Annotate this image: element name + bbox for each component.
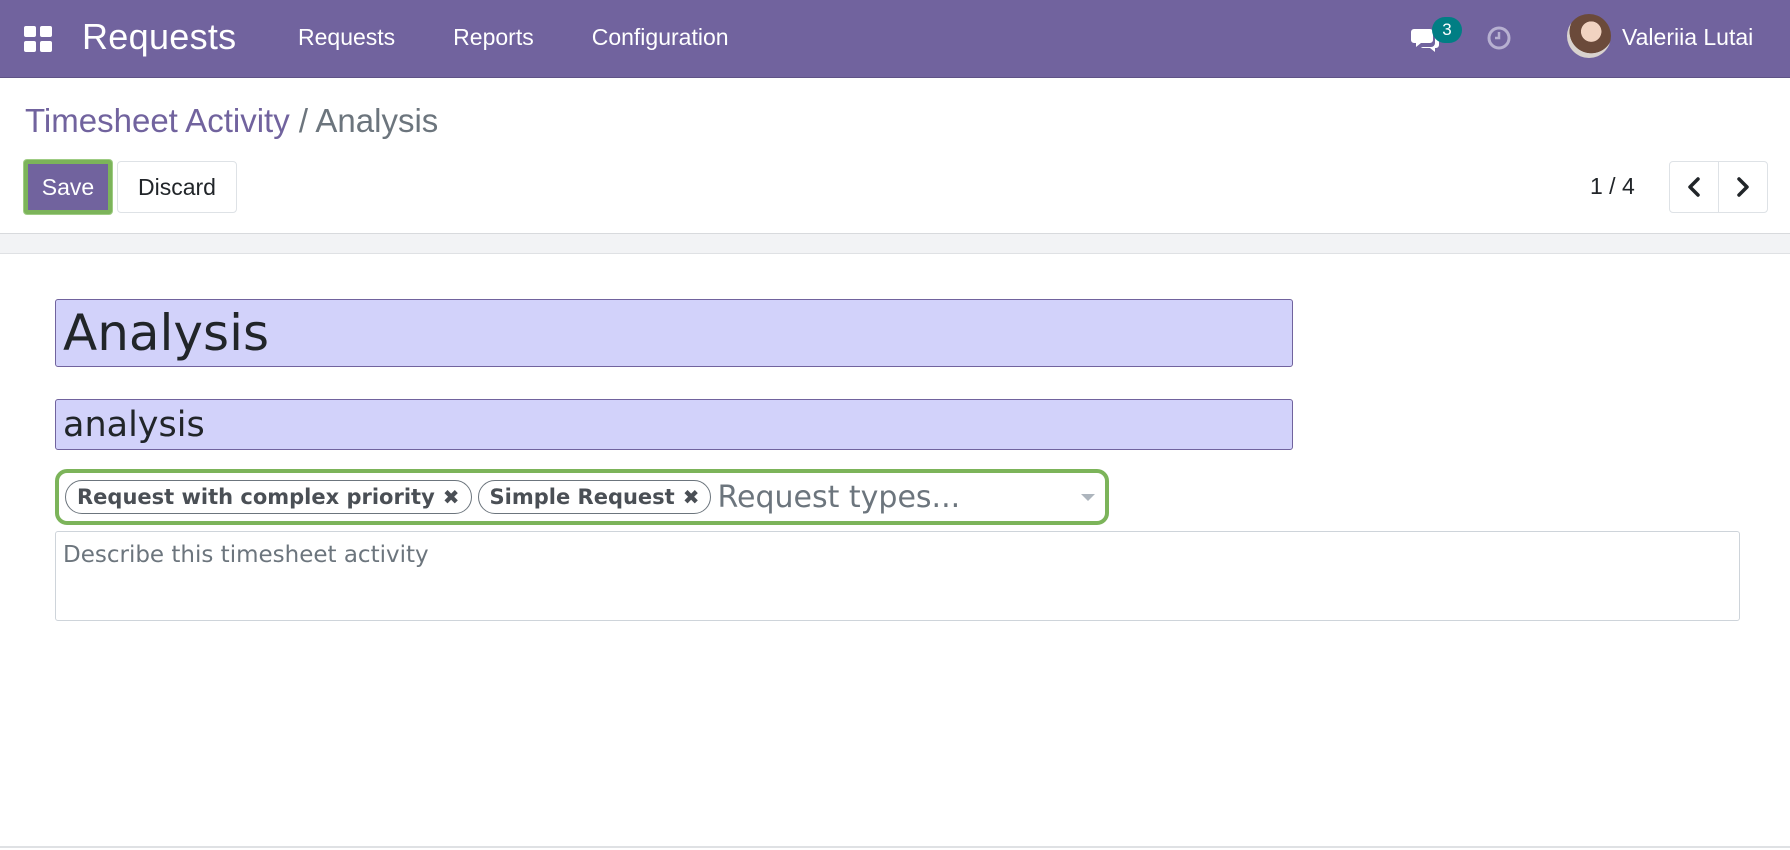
close-icon[interactable]: ✖ [683,485,700,509]
user-avatar[interactable] [1567,14,1611,58]
pager-previous-button[interactable] [1669,161,1719,213]
form-sheet: Request with complex priority ✖ Simple R… [0,255,1790,848]
description-field[interactable] [55,531,1740,621]
save-button[interactable]: Save [24,160,112,214]
breadcrumb-separator: / [289,102,316,139]
breadcrumb-parent-link[interactable]: Timesheet Activity [25,102,290,139]
main-menu: Requests Reports Configuration [298,24,787,51]
pager-value[interactable]: 1 / 4 [1590,173,1635,200]
request-types-field[interactable]: Request with complex priority ✖ Simple R… [55,469,1109,525]
request-types-input[interactable] [717,479,1098,515]
messages-button[interactable]: 3 [1410,17,1462,58]
activity-button[interactable] [1486,25,1512,51]
grid-icon[interactable] [24,26,54,52]
menu-item-requests[interactable]: Requests [298,24,395,51]
top-navbar: Requests Requests Reports Configuration … [0,0,1790,78]
sheet-background [0,234,1790,254]
app-title[interactable]: Requests [82,16,237,58]
tag-label: Simple Request [489,485,675,509]
breadcrumb-current: Analysis [315,102,439,139]
user-menu-name[interactable]: Valeriia Lutai [1622,24,1753,51]
control-panel: Timesheet Activity / Analysis Save Disca… [0,78,1790,234]
discard-button[interactable]: Discard [117,161,237,213]
close-icon[interactable]: ✖ [443,485,460,509]
chevron-left-icon [1688,177,1700,197]
menu-item-configuration[interactable]: Configuration [592,24,729,51]
request-type-tag: Simple Request ✖ [477,480,712,514]
tag-label: Request with complex priority [77,485,435,509]
request-type-tag: Request with complex priority ✖ [65,480,472,514]
chevron-right-icon [1737,177,1749,197]
activity-code-input[interactable] [55,399,1293,450]
menu-item-reports[interactable]: Reports [453,24,534,51]
clock-icon [1487,26,1511,50]
breadcrumb: Timesheet Activity / Analysis [25,102,438,140]
caret-down-icon[interactable] [1081,494,1095,501]
bottom-divider [0,846,1790,848]
messages-count-badge: 3 [1432,17,1462,43]
activity-name-input[interactable] [55,299,1293,367]
pager-next-button[interactable] [1718,161,1768,213]
